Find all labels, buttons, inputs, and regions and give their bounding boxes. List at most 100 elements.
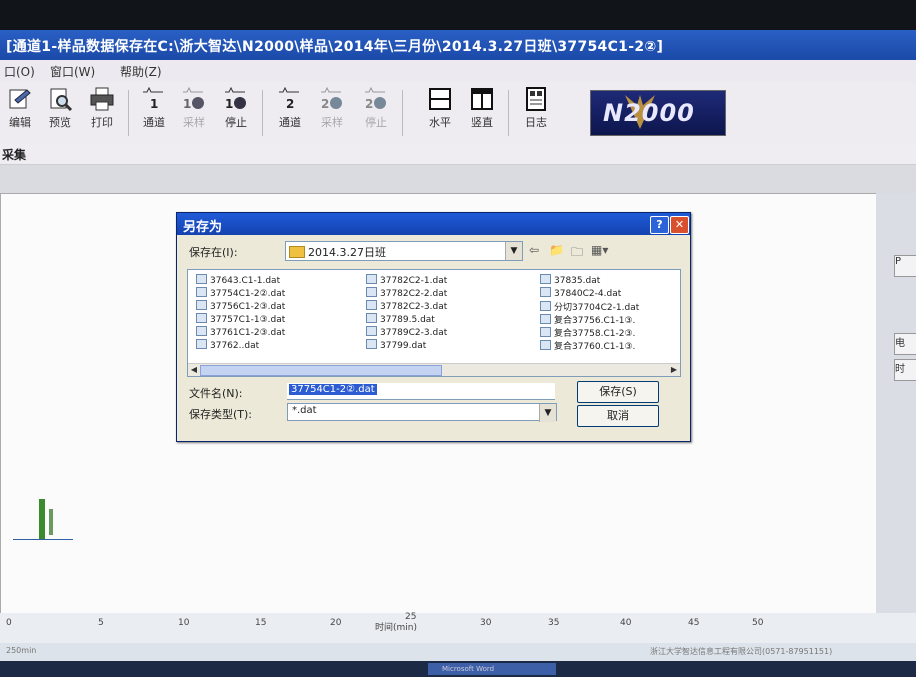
edit-icon [9, 89, 31, 109]
file-item[interactable]: 37754C1-2②.dat [196, 287, 285, 299]
right-panel-tab-p[interactable]: P [894, 255, 916, 277]
filetype-value: *.dat [292, 405, 317, 416]
file-icon [540, 301, 551, 311]
x-tick: 10 [178, 618, 190, 628]
x-axis [0, 613, 916, 643]
taskbar-item-word[interactable]: Microsoft Word [428, 663, 556, 675]
file-item[interactable]: 37840C2-4.dat [540, 287, 639, 299]
print-button[interactable]: 打印 [82, 86, 122, 140]
view-menu-icon[interactable]: ▦▾ [591, 243, 608, 257]
close-icon: ✕ [674, 218, 685, 231]
filetype-select[interactable]: *.dat ▼ [287, 403, 557, 422]
help-button[interactable]: ? [650, 216, 669, 234]
vertical-icon [471, 88, 493, 110]
file-item[interactable]: 37782C2-2.dat [366, 287, 447, 299]
right-panel-tab-elec[interactable]: 电 [894, 333, 916, 355]
file-item[interactable]: 复合37756.C1-1③. [540, 313, 639, 326]
stop2-button[interactable]: 2 停止 [356, 86, 396, 140]
preview-icon [50, 88, 73, 112]
vertical-button[interactable]: 竖直 [462, 86, 502, 140]
file-item[interactable]: 37789.5.dat [366, 313, 447, 325]
svg-text:1: 1 [183, 97, 191, 111]
monitor-bezel [0, 0, 916, 30]
x-tick: 20 [330, 618, 342, 628]
dialog-titlebar: 另存为 [177, 213, 690, 235]
back-icon[interactable]: ⇦ [529, 243, 539, 257]
window-title: [通道1-样品数据保存在C:\浙大智达\N2000\样品\2014年\三月份\2… [6, 39, 664, 55]
channel1-icon: 1 [143, 86, 163, 111]
stop1-button[interactable]: 1 停止 [216, 86, 256, 140]
new-folder-icon[interactable]: 🗀 [571, 243, 583, 264]
svg-text:2: 2 [321, 97, 329, 111]
sample1-button[interactable]: 1 采样 [174, 86, 214, 140]
svg-text:1: 1 [150, 97, 158, 111]
file-icon [366, 300, 377, 310]
file-item[interactable]: 37799.dat [366, 339, 447, 351]
file-list[interactable]: 37643.C1-1.dat 37754C1-2②.dat 37756C1-2③… [187, 269, 681, 377]
save-button[interactable]: 保存(S) [577, 381, 659, 403]
log-button[interactable]: 日志 [516, 86, 556, 140]
n2000-logo: N2000 [590, 90, 726, 136]
file-column: 37782C2-1.dat 37782C2-2.dat 37782C2-3.da… [366, 274, 447, 352]
file-icon [540, 327, 551, 337]
filetype-label: 保存类型(T): [189, 408, 253, 421]
up-folder-icon[interactable]: 📁 [549, 243, 564, 257]
svg-text:2: 2 [286, 97, 294, 111]
file-item[interactable]: 37762..dat [196, 339, 285, 351]
preview-button[interactable]: 预览 [40, 86, 80, 140]
file-icon [196, 287, 207, 297]
scrollbar-thumb[interactable] [200, 365, 442, 376]
file-item[interactable]: 分切37704C2-1.dat [540, 300, 639, 313]
acquisition-tab[interactable]: 采集 [0, 144, 916, 165]
file-item[interactable]: 37757C1-1③.dat [196, 313, 285, 325]
file-icon [540, 340, 551, 350]
horizontal-scrollbar[interactable]: ◀ ▶ [188, 363, 680, 376]
status-duration: 250min [6, 646, 37, 655]
file-item[interactable]: 37756C1-2③.dat [196, 300, 285, 312]
stop1-icon: 1 [225, 86, 246, 111]
menu-item-window2[interactable]: 窗口(W) [50, 63, 95, 80]
chevron-right-icon[interactable]: ▶ [668, 364, 680, 376]
window-titlebar: [通道1-样品数据保存在C:\浙大智达\N2000\样品\2014年\三月份\2… [0, 30, 916, 60]
file-item[interactable]: 37789C2-3.dat [366, 326, 447, 338]
save-in-dropdown[interactable]: 2014.3.27日班 ▼ [285, 241, 523, 261]
file-item[interactable]: 37835.dat [540, 274, 639, 286]
file-icon [196, 300, 207, 310]
chevron-down-icon[interactable]: ▼ [539, 404, 556, 422]
stop2-icon: 2 [365, 86, 386, 111]
menu-item-window[interactable]: 口(O) [4, 63, 35, 80]
chevron-down-icon[interactable]: ▼ [505, 242, 522, 260]
right-panel: P 电 时 [876, 193, 916, 613]
file-item[interactable]: 37782C2-3.dat [366, 300, 447, 312]
toolbar-separator [128, 90, 129, 136]
channel1-button[interactable]: 1 通道 [134, 86, 174, 140]
menu-item-help[interactable]: 帮助(Z) [120, 63, 162, 80]
status-company: 浙江大学智达信息工程有限公司(0571-87951151) [650, 647, 833, 656]
chromatogram-baseline [13, 539, 73, 540]
file-item[interactable]: 复合37758.C1-2③. [540, 326, 639, 339]
file-column: 37835.dat 37840C2-4.dat 分切37704C2-1.dat … [540, 274, 639, 352]
screen: [通道1-样品数据保存在C:\浙大智达\N2000\样品\2014年\三月份\2… [0, 0, 916, 677]
filename-input[interactable]: 37754C1-2②.dat [287, 383, 555, 400]
close-button[interactable]: ✕ [670, 216, 689, 234]
x-tick: 15 [255, 618, 267, 628]
file-icon [196, 339, 207, 349]
right-panel-tab-time[interactable]: 时 [894, 359, 916, 381]
horizontal-button[interactable]: 水平 [420, 86, 460, 140]
file-icon [540, 274, 551, 284]
file-item[interactable]: 37782C2-1.dat [366, 274, 447, 286]
sample2-button[interactable]: 2 采样 [312, 86, 352, 140]
channel2-button[interactable]: 2 通道 [270, 86, 310, 140]
filename-value: 37754C1-2②.dat [289, 384, 377, 395]
file-icon [540, 287, 551, 297]
cancel-button[interactable]: 取消 [577, 405, 659, 427]
channel2-icon: 2 [279, 86, 299, 111]
peak-bar [39, 499, 45, 539]
chevron-left-icon[interactable]: ◀ [188, 364, 200, 376]
file-icon [366, 313, 377, 323]
file-item[interactable]: 复合37760.C1-1③. [540, 339, 639, 352]
edit-button[interactable]: 编辑 [0, 86, 40, 140]
file-item[interactable]: 37643.C1-1.dat [196, 274, 285, 286]
toolbar-separator [262, 90, 263, 136]
file-item[interactable]: 37761C1-2③.dat [196, 326, 285, 338]
